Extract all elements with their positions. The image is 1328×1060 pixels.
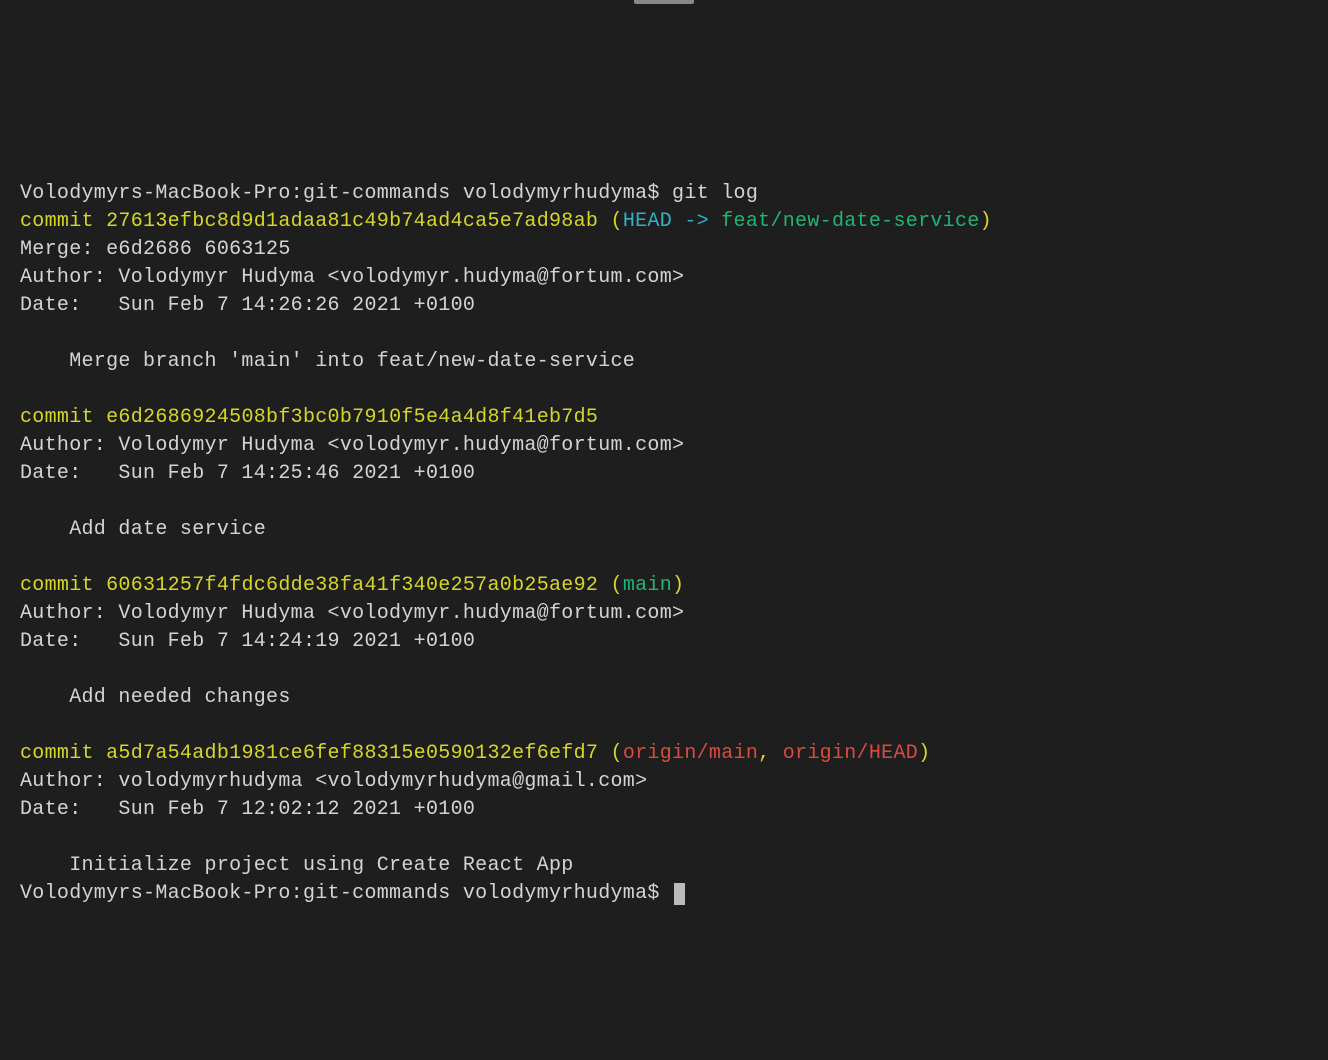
head-ref: HEAD -> xyxy=(623,210,721,233)
refs-close: ) xyxy=(980,210,992,233)
commit-hash: 27613efbc8d9d1adaa81c49b74ad4ca5e7ad98ab xyxy=(106,210,598,233)
commit-label: commit xyxy=(20,742,106,765)
date-line: Date: Sun Feb 7 14:26:26 2021 +0100 xyxy=(20,294,475,317)
commit-message: Add date service xyxy=(20,518,266,541)
refs-close: ) xyxy=(672,574,684,597)
author-line: Author: volodymyrhudyma <volodymyrhudyma… xyxy=(20,770,647,793)
refs-comma: , xyxy=(758,742,783,765)
refs-close: ) xyxy=(918,742,930,765)
prompt-host: Volodymyrs-MacBook-Pro:git-commands volo… xyxy=(20,882,672,905)
branch-ref: feat/new-date-service xyxy=(721,210,979,233)
remote-ref: origin/main xyxy=(623,742,758,765)
merge-line: Merge: e6d2686 6063125 xyxy=(20,238,291,261)
author-line: Author: Volodymyr Hudyma <volodymyr.hudy… xyxy=(20,434,684,457)
cursor-icon xyxy=(674,883,685,905)
refs-open: ( xyxy=(598,742,623,765)
tab-indicator xyxy=(634,0,694,4)
command-text: git log xyxy=(672,182,758,205)
commit-message: Merge branch 'main' into feat/new-date-s… xyxy=(20,350,635,373)
commit-hash: 60631257f4fdc6dde38fa41f340e257a0b25ae92 xyxy=(106,574,598,597)
author-line: Author: Volodymyr Hudyma <volodymyr.hudy… xyxy=(20,602,684,625)
commit-hash: a5d7a54adb1981ce6fef88315e0590132ef6efd7 xyxy=(106,742,598,765)
commit-hash: e6d2686924508bf3bc0b7910f5e4a4d8f41eb7d5 xyxy=(106,406,598,429)
prompt-host: Volodymyrs-MacBook-Pro:git-commands volo… xyxy=(20,182,672,205)
commit-message: Add needed changes xyxy=(20,686,291,709)
commit-message: Initialize project using Create React Ap… xyxy=(20,854,574,877)
refs-open: ( xyxy=(598,210,623,233)
date-line: Date: Sun Feb 7 14:24:19 2021 +0100 xyxy=(20,630,475,653)
refs-open: ( xyxy=(598,574,623,597)
commit-label: commit xyxy=(20,210,106,233)
date-line: Date: Sun Feb 7 12:02:12 2021 +0100 xyxy=(20,798,475,821)
author-line: Author: Volodymyr Hudyma <volodymyr.hudy… xyxy=(20,266,684,289)
commit-label: commit xyxy=(20,574,106,597)
branch-ref: main xyxy=(623,574,672,597)
remote-ref: origin/HEAD xyxy=(783,742,918,765)
date-line: Date: Sun Feb 7 14:25:46 2021 +0100 xyxy=(20,462,475,485)
terminal-output[interactable]: Volodymyrs-MacBook-Pro:git-commands volo… xyxy=(20,180,1308,908)
commit-label: commit xyxy=(20,406,106,429)
